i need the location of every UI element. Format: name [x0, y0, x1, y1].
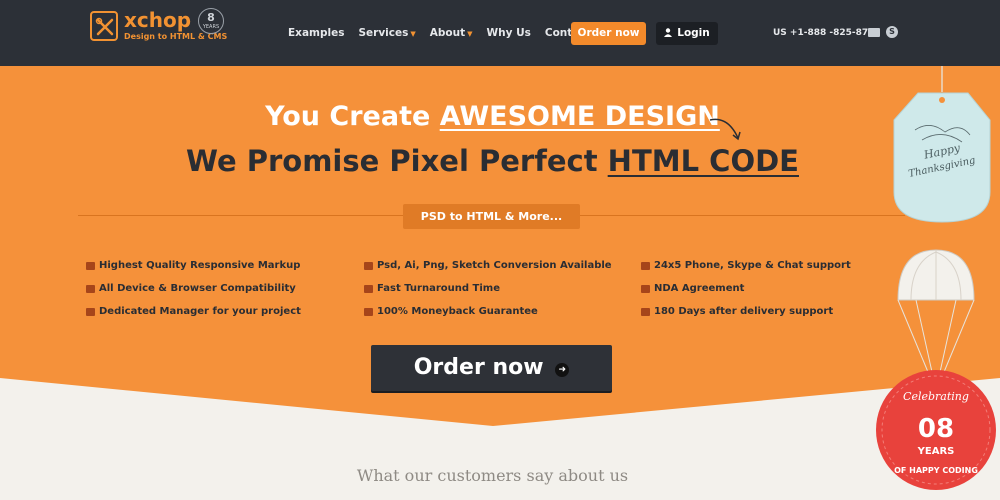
balloon-bottom-text: OF HAPPY CODING [894, 466, 978, 475]
balloon-years-label: YEARS [917, 446, 955, 457]
balloon-years-number: 08 [917, 414, 955, 444]
decorations-layer [876, 66, 996, 490]
balloon-celebrating-text: Celebrating [903, 390, 969, 403]
tag-hole [939, 97, 945, 103]
parachute-strings [897, 299, 975, 373]
